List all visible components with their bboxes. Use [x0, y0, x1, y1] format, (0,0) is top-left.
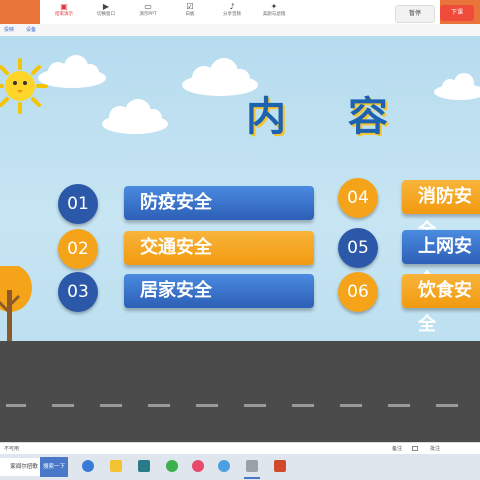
switch-window-button[interactable]: ▶ 切换窗口	[88, 2, 124, 22]
road-stripe	[244, 404, 266, 407]
item-number-badge: 01	[58, 184, 98, 224]
ppt-icon: ▭	[144, 2, 152, 11]
cloud-illustration	[434, 73, 480, 100]
content-item-food[interactable]: 饮食安全	[402, 274, 480, 335]
road-stripe	[196, 404, 218, 407]
item-number-badge: 02	[58, 229, 98, 269]
window-switch-icon: ▶	[102, 2, 110, 11]
slide-title: 内 容	[246, 94, 412, 140]
comments-button[interactable]: 批注	[430, 445, 440, 452]
content-item-fire[interactable]: 消防安全	[402, 180, 480, 241]
notes-button[interactable]: 备注	[392, 445, 402, 452]
share-audio-button[interactable]: ♪ 分享音频	[214, 2, 250, 22]
content-item-home[interactable]: 居家安全	[124, 274, 314, 308]
video-area	[0, 341, 480, 442]
browser-icon[interactable]	[82, 460, 94, 472]
taskbar: 家闻尔扭歌 搜索一下	[0, 454, 480, 480]
item-number-badge: 05	[338, 228, 378, 268]
comment-icon[interactable]	[412, 446, 418, 451]
end-class-button[interactable]: 下课	[440, 5, 474, 21]
road-stripe	[148, 404, 170, 407]
app-icon[interactable]	[218, 460, 230, 472]
road-stripe	[388, 404, 410, 407]
menu-item-settings[interactable]: 设备	[26, 26, 36, 33]
item-number-badge: 04	[338, 178, 378, 218]
search-button[interactable]: 搜索一下	[40, 457, 68, 477]
menu-item-projection[interactable]: 投映	[4, 26, 14, 33]
powerpoint-icon[interactable]	[274, 460, 286, 472]
share-toolbar: ▣ 结束演示 ▶ 切换窗口 ▭ 演示PPT ☑ 白板 ♪ 分享音频 ✦ 美颜与滤…	[40, 0, 474, 25]
wechat-icon[interactable]	[166, 460, 178, 472]
app-icon[interactable]	[138, 460, 150, 472]
item-number-badge: 06	[338, 272, 378, 312]
folder-icon[interactable]	[110, 460, 122, 472]
window-frame-left	[0, 0, 40, 24]
road-stripe	[6, 404, 26, 407]
content-item-epidemic[interactable]: 防疫安全	[124, 186, 314, 220]
screen-share-icon: ▣	[60, 2, 68, 11]
tree-illustration	[0, 266, 32, 341]
cloud-illustration	[102, 99, 168, 134]
cloud-illustration	[38, 55, 106, 88]
whiteboard-button[interactable]: ☑ 白板	[172, 2, 208, 22]
beauty-filter-icon: ✦	[270, 2, 278, 11]
pause-button[interactable]: 暂停	[395, 5, 435, 23]
audio-share-icon: ♪	[229, 2, 235, 11]
whiteboard-icon: ☑	[186, 2, 194, 11]
app-icon[interactable]	[192, 460, 204, 472]
content-item-internet[interactable]: 上网安全	[402, 230, 480, 291]
road-stripe	[52, 404, 74, 407]
app-icon[interactable]	[246, 460, 258, 472]
status-text: 不可用	[4, 446, 20, 452]
road-stripe	[292, 404, 314, 407]
road-stripe	[100, 404, 122, 407]
end-presentation-button[interactable]: ▣ 结束演示	[46, 2, 82, 22]
road-stripe	[436, 404, 458, 407]
item-number-badge: 03	[58, 272, 98, 312]
beauty-filter-button[interactable]: ✦ 美颜与滤镜	[256, 2, 292, 22]
present-ppt-button[interactable]: ▭ 演示PPT	[130, 2, 166, 22]
active-app-indicator	[244, 477, 260, 479]
presentation-slide: 内 容 01 防疫安全 02 交通安全 03 居家安全 04 消防安全 05 上…	[0, 36, 480, 341]
content-item-traffic[interactable]: 交通安全	[124, 231, 314, 265]
road-stripe	[340, 404, 362, 407]
